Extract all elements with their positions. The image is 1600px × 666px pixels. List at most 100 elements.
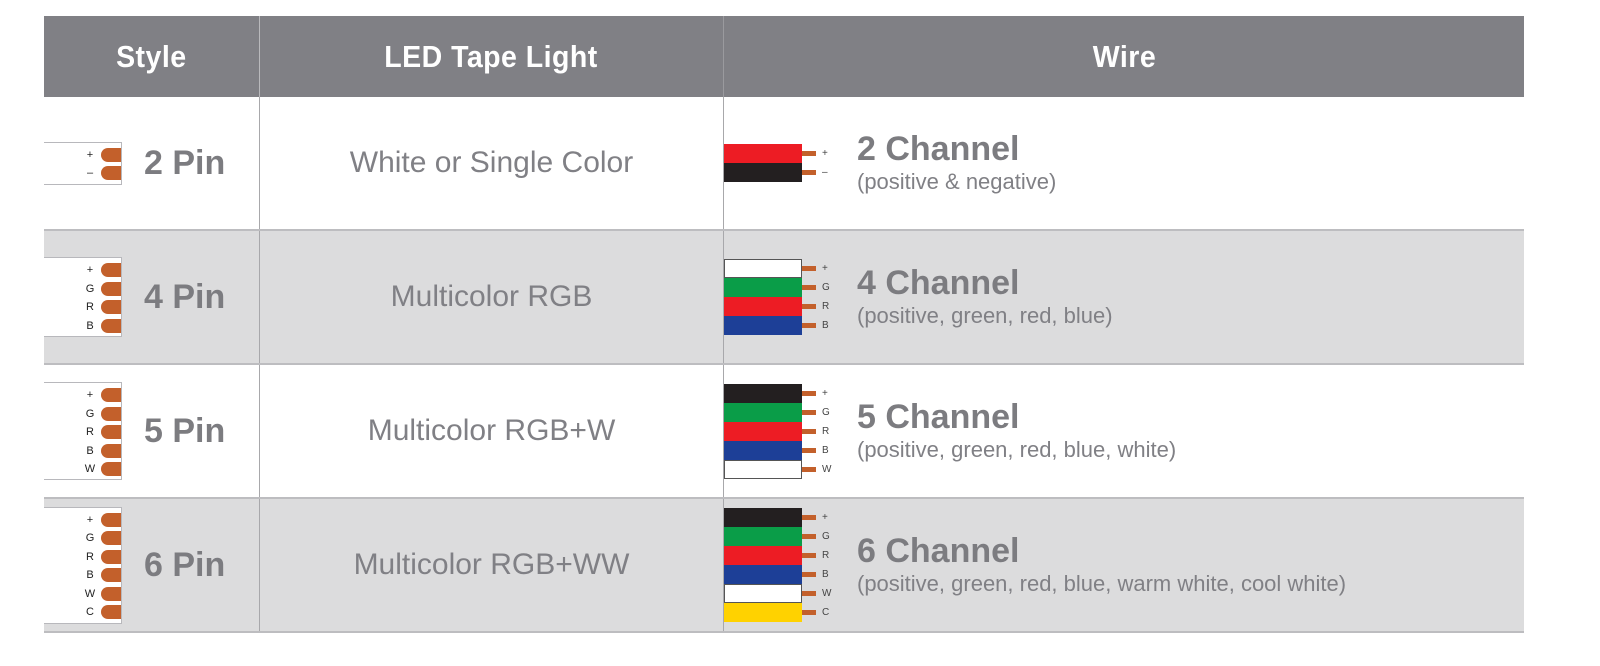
channel-title: 6 Channel xyxy=(857,532,1020,570)
solder-pad-row: G xyxy=(44,280,121,299)
pad-label: – xyxy=(86,167,94,180)
wire-cell: + G R B 4 Channel (positive, green, red, blue… xyxy=(724,231,1524,363)
wire-label: R xyxy=(822,550,830,561)
pad-label: G xyxy=(85,532,95,545)
pad-label: B xyxy=(86,319,94,332)
solder-pad-row: R xyxy=(44,423,121,442)
header-wire: Wire xyxy=(1092,38,1156,74)
wire-insulation-icon xyxy=(724,527,802,546)
wire-insulation-icon xyxy=(724,297,802,316)
solder-pad-icon xyxy=(101,531,121,546)
solder-pad-icon xyxy=(101,263,121,278)
wire-label: – xyxy=(822,167,828,178)
wire-label: R xyxy=(822,425,830,437)
wire-label: + xyxy=(822,263,828,274)
solder-pad-icon xyxy=(101,512,121,527)
wire-label: W xyxy=(822,463,832,475)
header-style: Style xyxy=(116,38,187,74)
wire-pin-icon xyxy=(802,390,816,396)
solder-pad-row: C xyxy=(44,603,121,622)
solder-pad-icon xyxy=(101,388,121,402)
led-wiring-table: Style LED Tape Light Wire + –2 Pin White o… xyxy=(44,16,1524,633)
solder-pad-row: W xyxy=(44,585,121,604)
wire-pin-icon xyxy=(802,610,816,615)
wire-blue: B xyxy=(724,565,832,584)
wire-label: G xyxy=(822,406,830,418)
led-tape-type: Multicolor RGB+WW xyxy=(260,499,724,631)
wire-pin-icon xyxy=(802,447,816,453)
style-cell: + G R B W 5 Pin xyxy=(44,365,260,497)
table-row: + G R B W C 6 Pin Multicolor RGB+WW + G R B W C 6 Chan… xyxy=(44,499,1524,633)
wire-insulation-icon xyxy=(724,603,802,622)
channel-title: 4 Channel xyxy=(857,264,1020,302)
wire-blue: B xyxy=(724,316,832,335)
channel-description: (positive, green, red, blue) xyxy=(857,303,1113,328)
pad-label: R xyxy=(86,550,94,563)
wire-white: W xyxy=(724,459,832,479)
wire-label: G xyxy=(822,282,830,293)
wire-text: 5 Channel (positive, green, red, blue, wh… xyxy=(857,365,1176,497)
solder-pad-icon xyxy=(101,147,121,162)
wire-insulation-icon xyxy=(724,259,802,278)
led-tape-type: White or Single Color xyxy=(260,97,724,229)
led-tape-type: Multicolor RGB+W xyxy=(260,365,724,497)
wire-bundle-icon: + G R B W xyxy=(724,383,832,479)
table-row: + G R B 4 Pin Multicolor RGB + G R B 4 Channel (pos… xyxy=(44,231,1524,365)
channel-description: (positive, green, red, blue, white) xyxy=(857,437,1177,462)
pad-label: B xyxy=(86,569,94,582)
wire-green: G xyxy=(724,527,832,546)
pad-label: G xyxy=(85,407,95,420)
wire-cell: + G R B W 5 Channel (positive, green, red, blu… xyxy=(724,365,1524,497)
pad-label: R xyxy=(86,426,94,438)
wire-pin-icon xyxy=(802,151,816,156)
solder-pad-row: + xyxy=(44,386,121,405)
pad-label: + xyxy=(86,148,94,161)
wire-bundle-icon: + – xyxy=(724,144,832,182)
channel-title: 5 Channel xyxy=(857,398,1020,436)
solder-pad-row: + xyxy=(44,511,121,530)
solder-pad-row: W xyxy=(44,460,121,479)
wire-insulation-icon xyxy=(724,383,802,403)
wire-label: B xyxy=(822,569,829,580)
solder-pad-icon xyxy=(101,443,121,458)
solder-pad-icon xyxy=(101,586,121,601)
pad-label: C xyxy=(86,606,94,619)
wire-white: W xyxy=(724,584,832,603)
wire-green: G xyxy=(724,402,832,422)
solder-pad-icon xyxy=(101,281,121,296)
pin-style-label: 5 Pin xyxy=(144,411,226,450)
wire-pin-icon xyxy=(802,466,816,472)
channel-description: (positive & negative) xyxy=(857,169,1057,194)
pad-label: G xyxy=(85,282,95,295)
wire-insulation-icon xyxy=(724,584,802,603)
solder-pad-row: G xyxy=(44,529,121,548)
solder-pad-icon xyxy=(101,568,121,583)
wire-pin-icon xyxy=(802,285,816,290)
wire-bundle-icon: + G R B xyxy=(724,259,832,335)
wire-insulation-icon xyxy=(724,565,802,584)
header-style-cell: Style xyxy=(44,16,260,97)
header-led-tape-light: LED Tape Light xyxy=(384,38,599,74)
header-wire-cell: Wire xyxy=(724,16,1524,97)
led-strip-end-icon: + G R B W C xyxy=(44,506,122,624)
wire-red: R xyxy=(724,546,832,565)
pad-label: B xyxy=(86,444,94,457)
wire-pin-icon xyxy=(802,515,816,520)
pad-label: + xyxy=(86,513,94,526)
solder-pad-icon xyxy=(101,300,121,315)
pad-label: W xyxy=(84,587,96,600)
wire-white: + xyxy=(724,259,832,278)
style-cell: + –2 Pin xyxy=(44,97,260,229)
channel-title: 2 Channel xyxy=(857,130,1020,168)
solder-pad-row: B xyxy=(44,566,121,585)
wire-pin-icon xyxy=(802,534,816,539)
pad-label: + xyxy=(86,264,94,277)
solder-pad-icon xyxy=(101,406,121,421)
wire-insulation-icon xyxy=(724,546,802,565)
pin-style-label: 6 Pin xyxy=(144,545,226,584)
solder-pad-row: B xyxy=(44,317,121,336)
solder-pad-row: + xyxy=(44,146,121,165)
table-row: + –2 Pin White or Single Color + –2 Channel(… xyxy=(44,97,1524,231)
wire-pin-icon xyxy=(802,591,816,596)
style-cell: + G R B W C 6 Pin xyxy=(44,499,260,631)
